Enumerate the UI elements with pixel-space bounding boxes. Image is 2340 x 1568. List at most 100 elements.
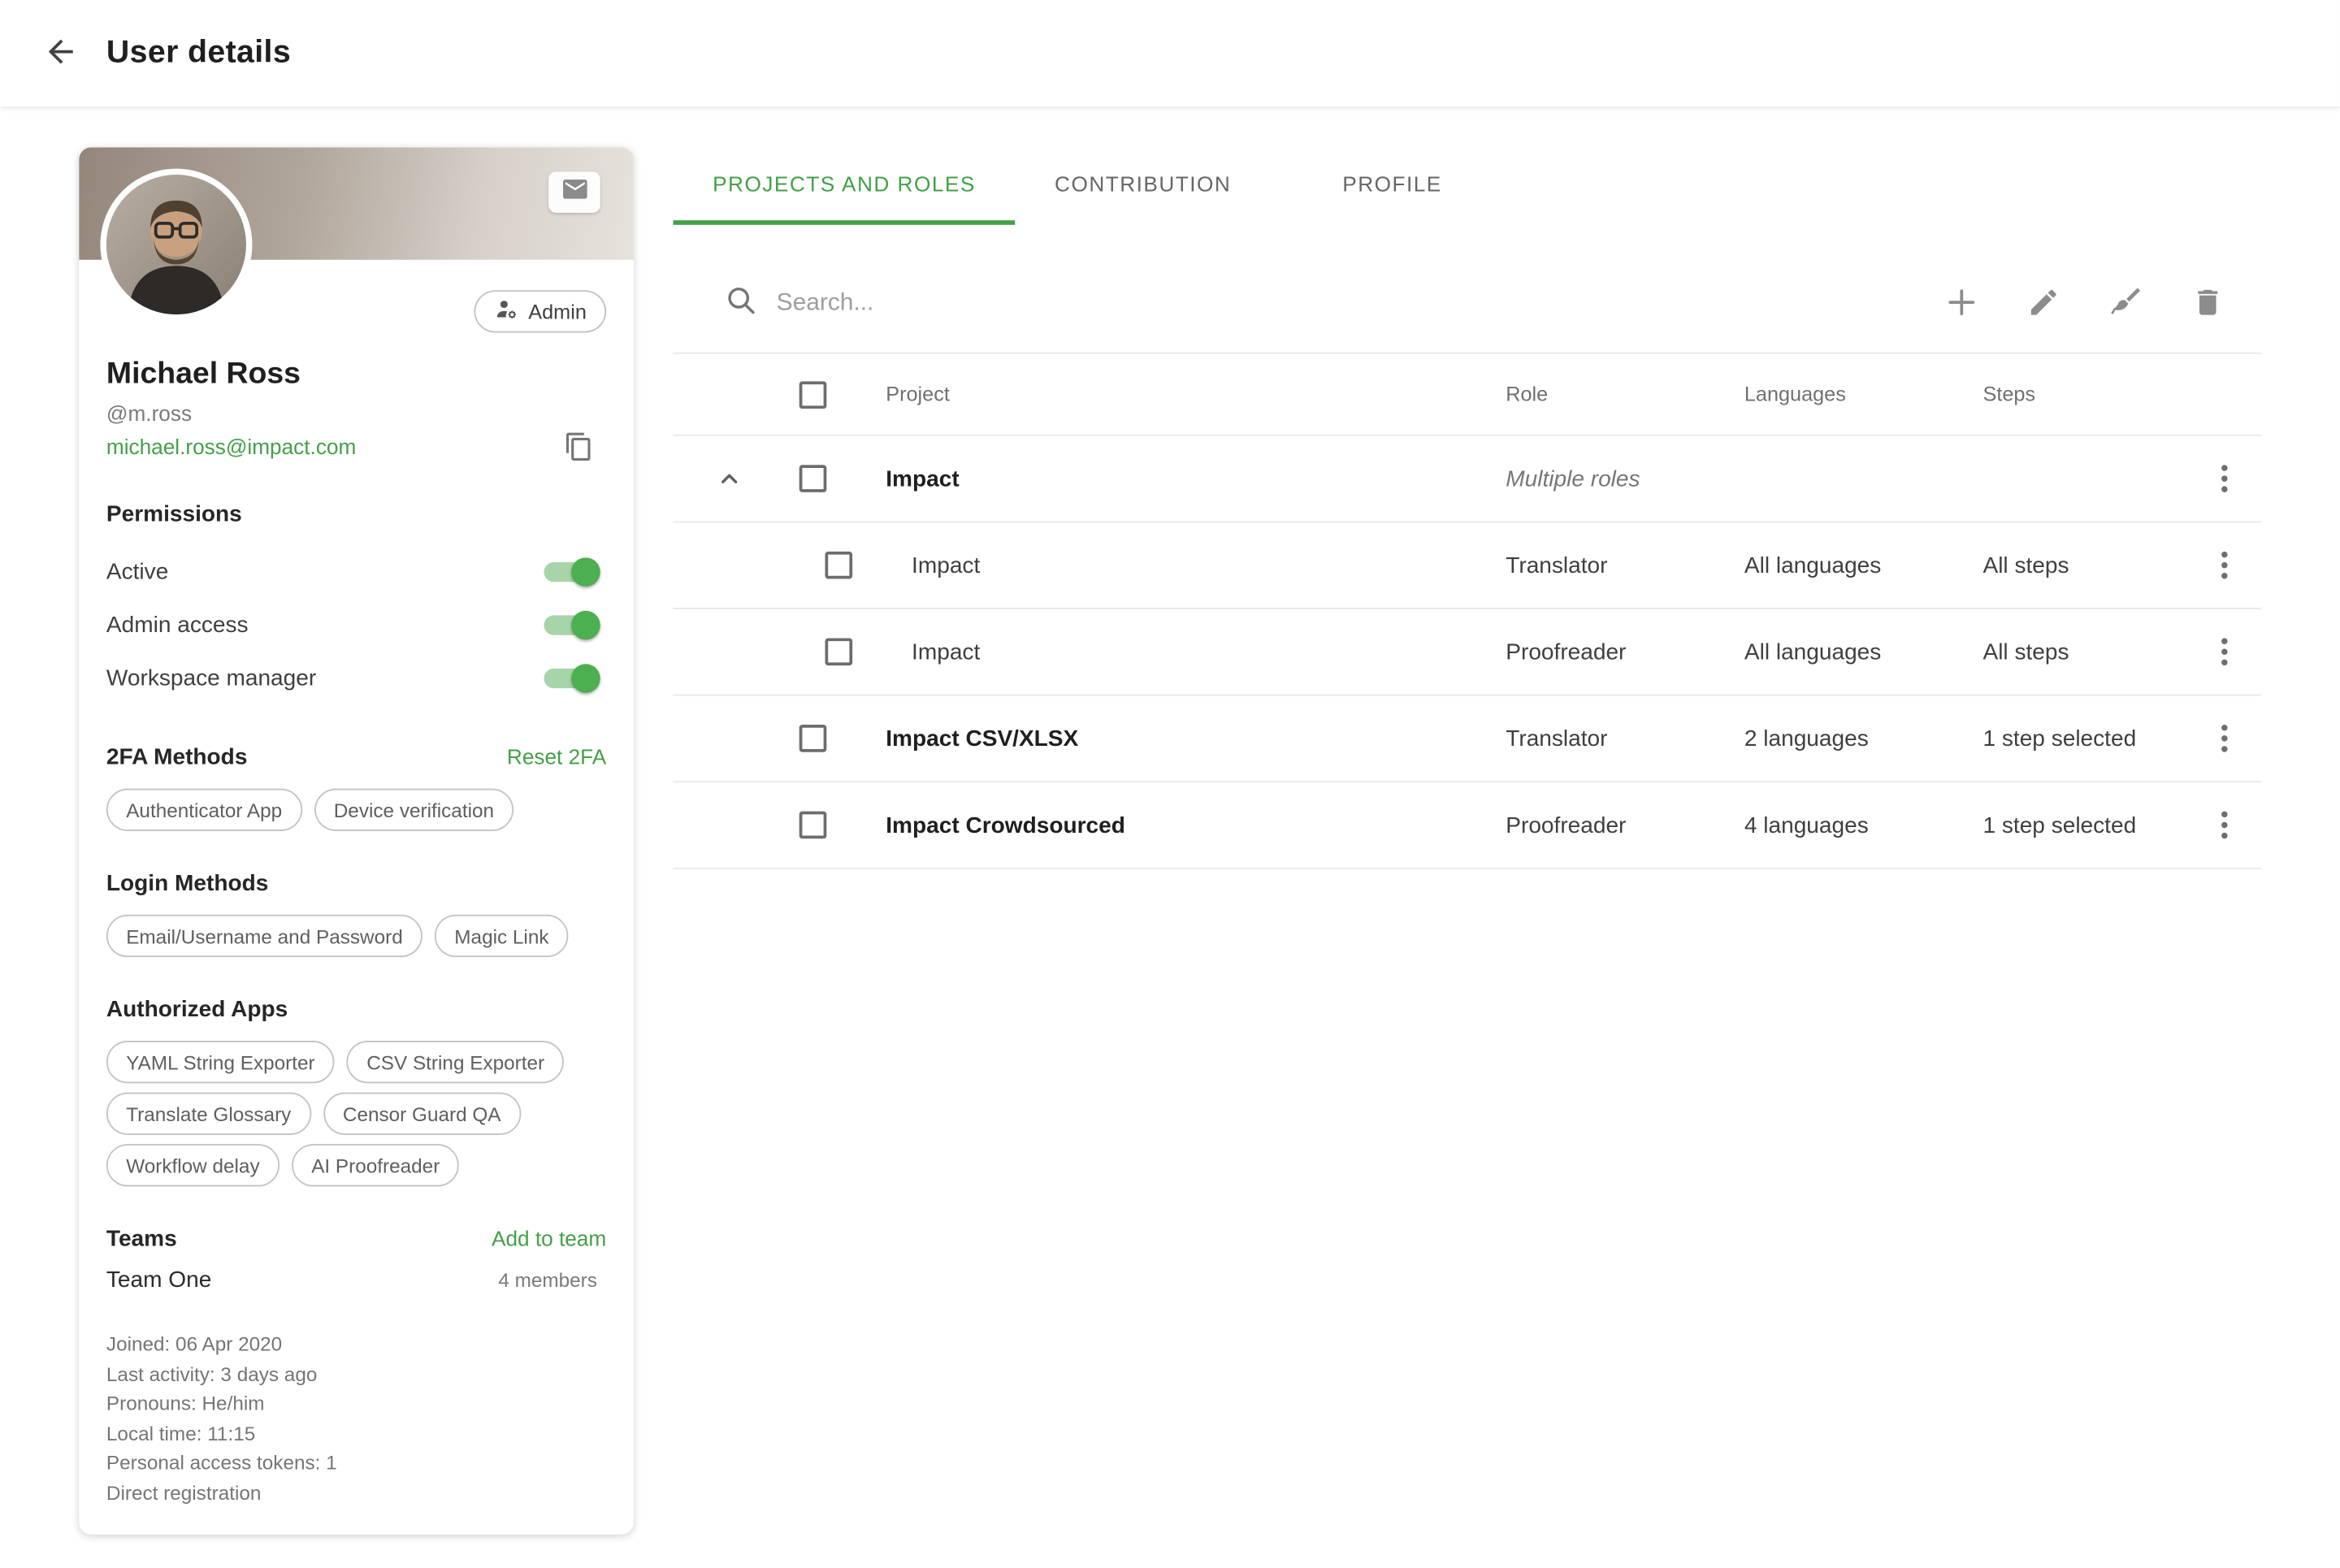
languages-cell: 2 languages bbox=[1744, 726, 1983, 752]
row-checkbox[interactable] bbox=[800, 812, 827, 839]
permission-label: Admin access bbox=[106, 613, 249, 639]
copy-icon[interactable] bbox=[564, 431, 594, 461]
teams-list: Team One 4 members bbox=[106, 1267, 606, 1293]
column-project: Project bbox=[860, 383, 1506, 405]
permission-row: Active bbox=[106, 545, 606, 598]
chevron-up-icon[interactable] bbox=[713, 462, 746, 496]
meta-line: Local time: 11:15 bbox=[106, 1419, 606, 1448]
clear-roles-button[interactable] bbox=[2106, 284, 2146, 324]
row-menu-kebab[interactable] bbox=[2212, 629, 2237, 674]
table-toolbar bbox=[673, 255, 2260, 353]
profile-card: Admin Michael Ross @m.ross michael.ross@… bbox=[79, 147, 634, 1534]
permissions-toggles: Active Admin access Workspace manager bbox=[106, 545, 606, 704]
table-row: Impact ProofreaderAll languagesAll steps bbox=[673, 609, 2260, 696]
add-to-team-link[interactable]: Add to team bbox=[492, 1226, 606, 1250]
row-checkbox[interactable] bbox=[800, 465, 827, 492]
tab-projects-and-roles[interactable]: PROJECTS AND ROLES bbox=[673, 147, 1015, 224]
admin-badge: Admin bbox=[474, 290, 606, 332]
delete-button[interactable] bbox=[2188, 284, 2228, 324]
chip: AI Proofreader bbox=[292, 1144, 460, 1186]
project-name: Impact CSV/XLSX bbox=[886, 726, 1078, 752]
chip: Censor Guard QA bbox=[323, 1093, 521, 1135]
table-row: Impact CSV/XLSXTranslator2 languages1 st… bbox=[673, 696, 2260, 783]
table-row: ImpactTranslatorAll languagesAll steps bbox=[673, 522, 2260, 609]
chip: Device verification bbox=[314, 789, 514, 831]
table-row: Impact Crowdsourced Proofreader4 language… bbox=[673, 782, 2260, 869]
select-all-checkbox[interactable] bbox=[800, 380, 827, 408]
tab-label: PROFILE bbox=[1342, 171, 1442, 196]
column-languages: Languages bbox=[1744, 383, 1983, 405]
chip: Email/Username and Password bbox=[106, 915, 422, 957]
mail-icon bbox=[560, 174, 589, 210]
team-members-count: 4 members bbox=[498, 1269, 597, 1292]
add-button[interactable] bbox=[1942, 284, 1982, 324]
table-row: Impact Multiple roles bbox=[673, 436, 2260, 523]
toggle-switch[interactable] bbox=[543, 557, 600, 587]
row-checkbox[interactable] bbox=[825, 638, 852, 665]
projects-table: Project Role Languages Steps Impact Multi… bbox=[673, 353, 2260, 869]
main-pane: PROJECTS AND ROLES CONTRIBUTION PROFILE bbox=[673, 106, 2260, 869]
column-steps: Steps bbox=[1982, 383, 2187, 405]
project-name: Impact bbox=[886, 466, 959, 492]
send-email-button[interactable] bbox=[548, 171, 600, 212]
team-name: Team One bbox=[106, 1267, 211, 1293]
steps-cell: All steps bbox=[1982, 552, 2187, 578]
top-header: User details bbox=[0, 0, 2340, 106]
user-details-page: User details bbox=[0, 0, 2340, 1568]
meta-line: Pronouns: He/him bbox=[106, 1388, 606, 1418]
steps-cell: 1 step selected bbox=[1982, 726, 2187, 752]
tab-contribution[interactable]: CONTRIBUTION bbox=[1015, 147, 1270, 224]
meta-line: Direct registration bbox=[106, 1478, 606, 1507]
permission-label: Active bbox=[106, 559, 168, 585]
login-methods-heading: Login Methods bbox=[106, 871, 606, 897]
reset-2fa-link[interactable]: Reset 2FA bbox=[507, 744, 606, 769]
permissions-heading: Permissions bbox=[106, 501, 606, 527]
chip: Magic Link bbox=[435, 915, 569, 957]
steps-cell: All steps bbox=[1982, 639, 2187, 665]
search-input[interactable] bbox=[774, 288, 1418, 318]
column-role: Role bbox=[1506, 383, 1744, 405]
admin-badge-label: Admin bbox=[528, 300, 587, 323]
back-button[interactable] bbox=[30, 23, 91, 84]
role-cell: Proofreader bbox=[1506, 639, 1744, 665]
tab-label: CONTRIBUTION bbox=[1055, 171, 1231, 196]
row-checkbox[interactable] bbox=[825, 552, 852, 579]
tab-profile[interactable]: PROFILE bbox=[1271, 147, 1514, 224]
delete-icon bbox=[2191, 285, 2225, 323]
user-email-link[interactable]: michael.ross@impact.com bbox=[106, 435, 356, 459]
row-menu-kebab[interactable] bbox=[2212, 543, 2237, 588]
back-arrow-icon bbox=[42, 32, 79, 73]
permission-row: Admin access bbox=[106, 599, 606, 652]
permission-label: Workspace manager bbox=[106, 665, 316, 691]
role-cell: Translator bbox=[1506, 552, 1744, 578]
chip: Authenticator App bbox=[106, 789, 302, 831]
search-bar bbox=[725, 284, 1942, 324]
add-icon bbox=[1944, 284, 1980, 324]
project-name: Impact Crowdsourced bbox=[886, 812, 1125, 838]
row-menu-kebab[interactable] bbox=[2212, 716, 2237, 761]
search-icon bbox=[725, 284, 758, 324]
page-title: User details bbox=[106, 35, 291, 71]
edit-button[interactable] bbox=[2024, 284, 2064, 324]
username: @m.ross bbox=[106, 401, 606, 426]
steps-cell: 1 step selected bbox=[1982, 812, 2187, 838]
toggle-switch[interactable] bbox=[543, 610, 600, 640]
meta-line: Last activity: 3 days ago bbox=[106, 1359, 606, 1388]
avatar bbox=[106, 175, 246, 314]
row-menu-kebab[interactable] bbox=[2212, 456, 2237, 501]
authorized-apps-chips: YAML String ExporterCSV String ExporterT… bbox=[106, 1041, 606, 1187]
project-name: Impact bbox=[912, 639, 980, 665]
role-cell: Multiple roles bbox=[1506, 466, 1744, 492]
chip: CSV String Exporter bbox=[347, 1041, 565, 1083]
edit-icon bbox=[2027, 285, 2060, 323]
role-cell: Proofreader bbox=[1506, 812, 1744, 838]
tabs: PROJECTS AND ROLES CONTRIBUTION PROFILE bbox=[673, 147, 2260, 224]
row-checkbox[interactable] bbox=[800, 725, 827, 752]
toggle-switch[interactable] bbox=[543, 663, 600, 693]
languages-cell: 4 languages bbox=[1744, 812, 1983, 838]
person-gear-icon bbox=[493, 297, 519, 327]
projects-table-body: Impact Multiple roles Impact Translator All … bbox=[673, 436, 2260, 869]
project-name: Impact bbox=[912, 552, 980, 578]
languages-cell: All languages bbox=[1744, 639, 1983, 665]
row-menu-kebab[interactable] bbox=[2212, 802, 2237, 847]
